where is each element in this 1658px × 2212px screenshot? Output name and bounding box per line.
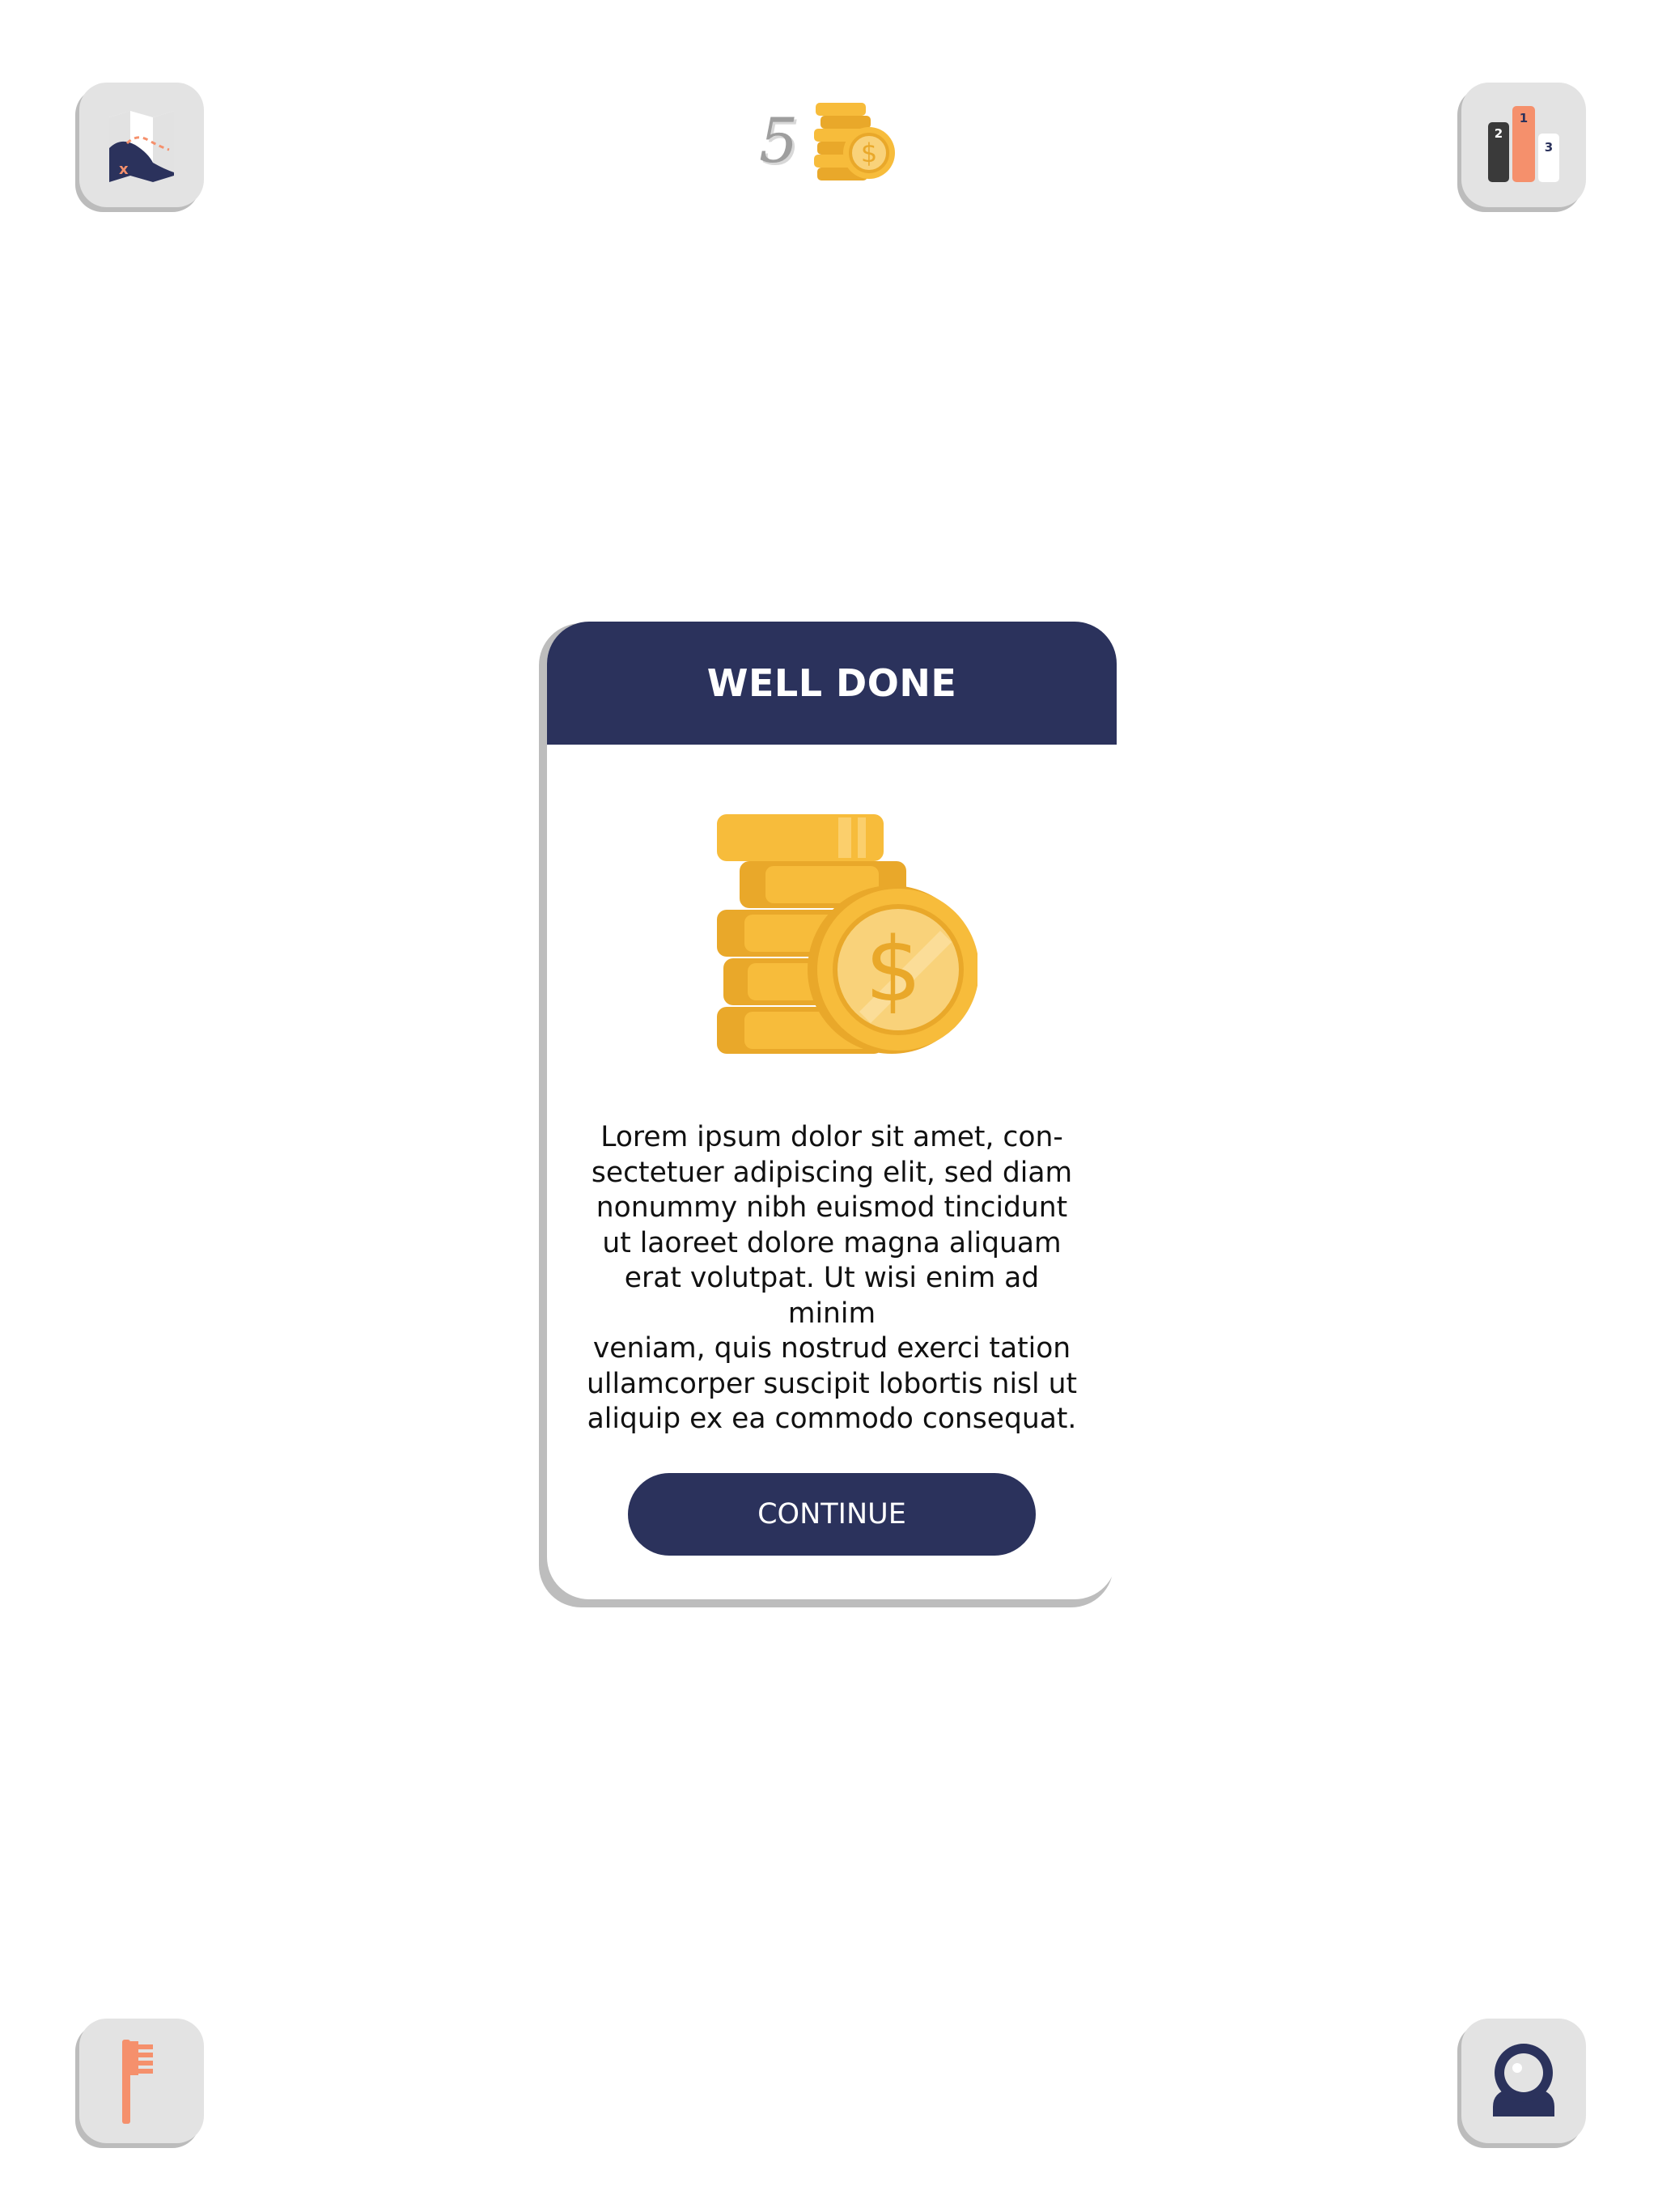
podium-label-second: 2 [1495,126,1503,141]
map-button[interactable]: x [79,83,204,207]
leaderboard-button[interactable]: 1 2 3 [1461,83,1586,207]
flag-button[interactable] [79,2019,204,2143]
podium-leaderboard-icon: 1 2 3 [1488,106,1559,182]
dollar-coin-stack-icon: $ [717,814,979,1054]
coin-counter: 5 $ [759,99,898,183]
flag-icon [122,2040,153,2124]
podium-label-first: 1 [1520,111,1528,125]
well-done-modal: WELL DONE $ Lorem ipsum dolor sit amet, … [547,622,1117,1599]
modal-body-text: Lorem ipsum dolor sit amet, con- sectetu… [587,1121,1077,1435]
profile-button[interactable] [1461,2019,1586,2143]
modal-header: WELL DONE [547,622,1117,745]
svg-text:$: $ [861,138,877,168]
coin-count: 5 [759,104,799,176]
svg-text:$: $ [865,918,922,1021]
podium-label-third: 3 [1545,140,1553,155]
svg-text:x: x [119,161,129,178]
modal-title: WELL DONE [706,661,957,705]
treasure-map-icon: x [109,111,174,182]
coin-stack-icon: $ [814,103,896,180]
continue-button[interactable]: CONTINUE [628,1473,1036,1556]
user-profile-icon [1493,2044,1554,2116]
modal-illustration: $ [717,814,979,1059]
